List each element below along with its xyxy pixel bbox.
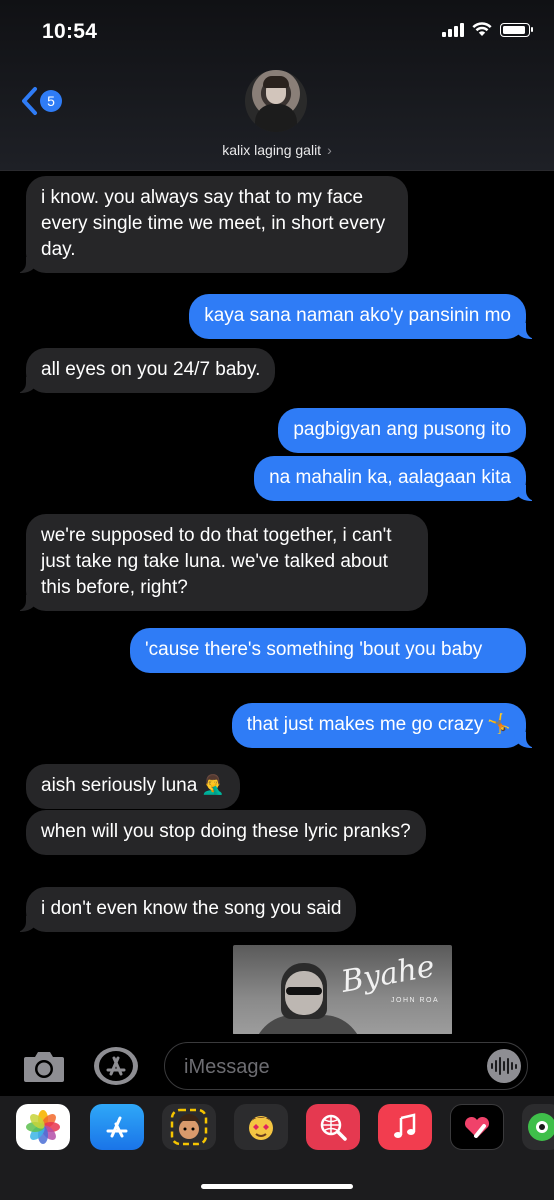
message-outgoing[interactable]: kaya sana naman ako'y pansinin mo [189, 294, 536, 339]
message-incoming[interactable]: i don't even know the song you said [15, 887, 357, 932]
web-search-icon [320, 1114, 347, 1141]
message-incoming[interactable]: aish seriously luna 🤦‍♂️ [26, 764, 240, 810]
message-outgoing[interactable]: 'cause there's something 'bout you baby [130, 628, 526, 673]
app-store-app-button[interactable] [90, 1104, 144, 1150]
chevron-right-icon: › [327, 142, 332, 158]
more-apps-icon [528, 1113, 554, 1141]
message-incoming[interactable]: when will you stop doing these lyric pra… [26, 810, 426, 855]
message-text: i know. you always say that to my face e… [41, 187, 386, 260]
unread-count-badge: 5 [40, 90, 62, 112]
message-text: we're supposed to do that together, i ca… [41, 525, 392, 598]
facepalm-emoji: 🤦‍♂️ [201, 775, 225, 796]
message-text: i don't even know the song you said [41, 898, 342, 919]
message-outgoing[interactable]: that just makes me go crazy 🤸 [231, 703, 537, 749]
memoji-icon [170, 1108, 208, 1146]
audio-message-button[interactable] [487, 1049, 521, 1083]
message-text: all eyes on you 24/7 baby. [41, 359, 261, 380]
attachment-subtitle: JOHN ROA [391, 997, 440, 1004]
message-text: pagbigyan ang pusong ito [293, 419, 511, 440]
music-app-button[interactable] [378, 1104, 432, 1150]
message-outgoing[interactable]: na mahalin ka, aalagaan kita [254, 456, 536, 501]
contact-avatar[interactable] [245, 70, 307, 132]
web-search-app-button[interactable] [306, 1104, 360, 1150]
wifi-icon [472, 22, 492, 36]
home-indicator[interactable] [201, 1184, 353, 1189]
contact-name-label: kalix laging galit [222, 142, 322, 158]
cartwheel-emoji: 🤸 [487, 714, 511, 735]
message-incoming[interactable]: i know. you always say that to my face e… [16, 176, 408, 273]
camera-icon [24, 1052, 64, 1082]
app-store-icon [106, 1116, 128, 1138]
message-incoming[interactable]: we're supposed to do that together, i ca… [16, 514, 428, 611]
contact-name[interactable]: kalix laging galit › [0, 142, 554, 158]
photos-app-button[interactable] [16, 1104, 70, 1150]
message-text: 'cause there's something 'bout you baby [145, 639, 483, 660]
image-attachment[interactable]: Byahe JOHN ROA [233, 945, 452, 1035]
photos-icon [26, 1110, 60, 1144]
more-apps-button[interactable] [522, 1104, 554, 1150]
attachment-title: Byahe [338, 949, 438, 1000]
status-icons [442, 22, 533, 37]
camera-button[interactable] [22, 1048, 66, 1084]
message-outgoing[interactable]: pagbigyan ang pusong ito [278, 408, 526, 453]
status-time: 10:54 [42, 20, 98, 43]
animoji-icon [249, 1116, 273, 1140]
message-text: that just makes me go crazy [246, 714, 484, 736]
compose-bar [0, 1034, 554, 1096]
message-text: when will you stop doing these lyric pra… [41, 821, 411, 842]
message-text: na mahalin ka, aalagaan kita [269, 467, 511, 488]
app-store-button[interactable] [93, 1046, 139, 1086]
message-input-container [164, 1042, 528, 1090]
animoji-app-button[interactable] [234, 1104, 288, 1150]
app-store-icon [94, 1047, 138, 1085]
cellular-signal-icon [442, 22, 464, 37]
message-text: aish seriously luna [41, 775, 198, 797]
chevron-left-icon [22, 87, 37, 115]
digital-touch-app-button[interactable] [450, 1104, 504, 1150]
message-input[interactable] [182, 1053, 476, 1081]
conversation-header: 10:54 5 kalix laging galit › [0, 0, 554, 171]
memoji-app-button[interactable] [162, 1104, 216, 1150]
message-text: kaya sana naman ako'y pansinin mo [204, 305, 511, 326]
back-button[interactable]: 5 [20, 86, 62, 116]
digital-touch-icon [464, 1116, 490, 1138]
battery-icon [500, 22, 533, 37]
message-incoming[interactable]: all eyes on you 24/7 baby. [15, 348, 276, 393]
music-icon [394, 1113, 416, 1138]
